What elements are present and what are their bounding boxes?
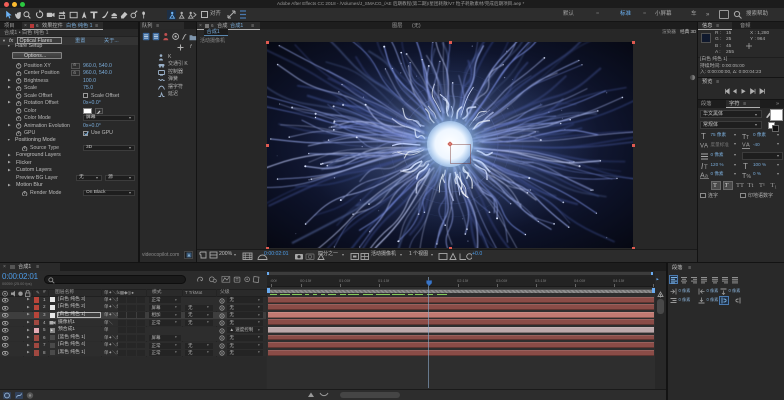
svg-text:T: T <box>701 132 706 140</box>
svg-text:T: T <box>743 162 748 170</box>
svg-text:T: T <box>746 135 749 140</box>
svg-text:A: A <box>704 144 708 150</box>
svg-text:A: A <box>746 143 750 149</box>
svg-text:%: % <box>747 174 752 179</box>
svg-text:a: a <box>705 173 708 179</box>
svg-text:T: T <box>704 165 708 170</box>
